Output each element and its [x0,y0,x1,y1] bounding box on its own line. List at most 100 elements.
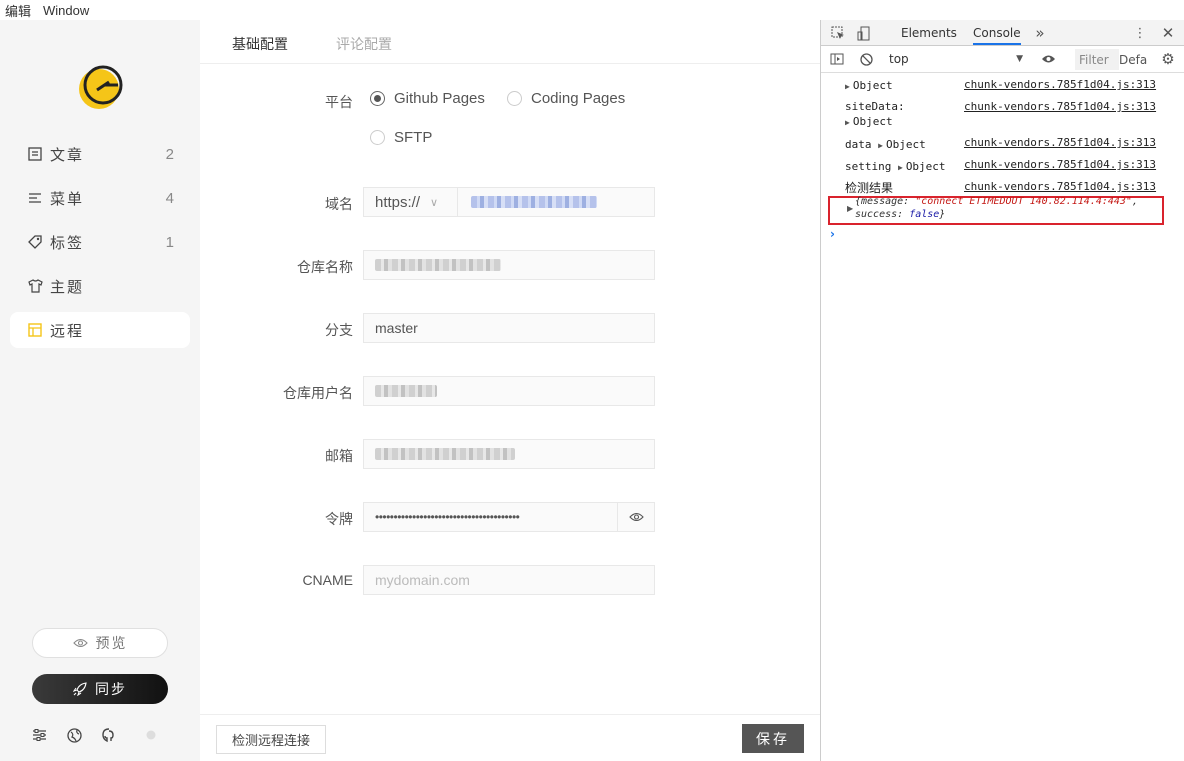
platform-radio-sftp[interactable]: SFTP [370,129,432,146]
github-icon[interactable] [100,726,118,744]
cname-input[interactable]: mydomain.com [363,565,655,595]
devtools-tab-console[interactable]: Console [973,26,1021,45]
check-remote-connection-button[interactable]: 检测远程连接 [216,725,326,754]
platform-label: 平台 [325,94,353,110]
log-text: Object [852,79,893,92]
log-source-link[interactable]: chunk-vendors.785f1d04.js:313 [964,180,1156,193]
expand-triangle-icon[interactable]: ▶ [847,204,853,213]
sync-label: 同步 [95,681,127,697]
gridea-logo [79,65,123,109]
sidebar-item-count: 1 [165,233,174,251]
live-expression-eye-icon[interactable] [1039,50,1057,68]
redacted-email [375,448,515,460]
log-line: 检测结果 [845,179,893,196]
log-source-link[interactable]: chunk-vendors.785f1d04.js:313 [964,78,1156,91]
redacted-repo [375,259,501,271]
email-input[interactable] [363,439,655,469]
context-select[interactable]: top ▼ [889,49,1025,69]
expand-triangle-icon: ▶ [845,118,850,127]
clear-console-icon[interactable] [857,50,875,68]
sidebar-toggle-icon[interactable] [828,50,846,68]
branch-label: 分支 [325,322,353,338]
log-source-link[interactable]: chunk-vendors.785f1d04.js:313 [964,158,1156,171]
log-line: siteData: [845,100,905,113]
console-prompt-icon[interactable]: › [830,227,835,241]
platform-radio-coding[interactable]: Coding Pages [507,90,625,107]
devtools-tab-elements[interactable]: Elements [901,26,957,40]
log-source-link[interactable]: chunk-vendors.785f1d04.js:313 [964,100,1156,113]
globe-icon[interactable] [65,726,83,744]
log-line[interactable]: ▶ Object [845,115,893,128]
expand-triangle-icon: ▶ [897,163,903,172]
context-value: top [889,52,909,66]
settings-footer: 检测远程连接 保存 [200,714,820,761]
log-text: Object [852,115,893,128]
radio-dot [370,91,385,106]
redacted-username [375,385,437,397]
sidebar-item-articles[interactable]: 文章 2 [10,136,190,172]
preview-button[interactable]: 预览 [32,628,168,658]
console-toolbar: top ▼ Filter Defa ⚙ [821,46,1184,73]
log-line[interactable]: data ▶ Object [845,138,926,151]
chevron-down-icon: ▼ [1016,54,1023,64]
sidebar-item-tags[interactable]: 标签 1 [10,224,190,260]
eye-icon [72,638,88,648]
tab-basic-config[interactable]: 基础配置 [232,34,288,54]
connection-result-object[interactable]: {message: "connect ETIMEDOUT 140.82.114.… [855,195,1155,221]
devtools-tabbar: Elements Console » ⋮ ✕ [821,20,1184,46]
email-label: 邮箱 [325,448,353,464]
log-line[interactable]: ▶ Object [845,79,893,92]
tag-icon [26,233,44,251]
error-open: {message: [855,196,916,207]
menu-edit[interactable]: 编辑 [0,1,37,20]
radio-dot [370,130,385,145]
sidebar-item-label: 标签 [50,234,85,252]
platform-radio-github[interactable]: Github Pages [370,90,485,107]
domain-input[interactable] [457,187,655,217]
tab-comment-config[interactable]: 评论配置 [336,34,392,54]
expand-triangle-icon: ▶ [878,141,883,150]
app-menubar: 编辑 Window [0,0,1184,20]
domain-protocol-select[interactable]: https:// ∨ [363,187,458,217]
token-value: ••••••••••••••••••••••••••••••••••••••• [375,510,520,524]
log-text: setting [845,160,892,173]
inspect-element-icon[interactable] [829,24,847,42]
domain-label: 域名 [325,196,353,212]
close-icon[interactable]: ✕ [1159,24,1177,42]
remote-icon [26,321,44,339]
error-message: "connect ETIMEDOUT 140.82.114.4:443" [915,196,1132,207]
sidebar-item-label: 主题 [50,278,85,296]
log-text: Object [885,138,926,151]
settings-sliders-icon[interactable] [30,726,48,744]
devtools-panel: Elements Console » ⋮ ✕ top ▼ Filter Defa… [820,20,1184,761]
cname-placeholder: mydomain.com [375,572,470,588]
kebab-menu-icon[interactable]: ⋮ [1131,24,1149,42]
article-icon [26,145,44,163]
error-close: } [939,209,946,220]
repo-name-input[interactable] [363,250,655,280]
device-toolbar-icon[interactable] [855,24,873,42]
repo-name-label: 仓库名称 [297,259,353,275]
sidebar-item-remote[interactable]: 远程 [10,312,190,348]
sidebar-item-menus[interactable]: 菜单 4 [10,180,190,216]
repo-username-input[interactable] [363,376,655,406]
log-line[interactable]: setting ▶ Object [845,160,946,173]
branch-input[interactable]: master [363,313,655,343]
radio-label: Github Pages [394,90,485,107]
remote-settings-panel: 基础配置 评论配置 平台 Github Pages Coding Pages S… [200,20,820,761]
more-tabs-icon[interactable]: » [1031,24,1049,42]
save-button[interactable]: 保存 [742,724,804,753]
error-success-value: false [909,209,940,220]
token-input[interactable]: ••••••••••••••••••••••••••••••••••••••• [363,502,618,532]
gear-icon[interactable]: ⚙ [1159,50,1177,68]
console-filter-input[interactable]: Filter [1075,49,1119,70]
toggle-token-visibility[interactable] [617,502,655,532]
eye-icon [628,512,644,522]
sidebar-item-count: 4 [165,189,174,207]
sidebar-item-themes[interactable]: 主题 [10,268,190,304]
log-source-link[interactable]: chunk-vendors.785f1d04.js:313 [964,136,1156,149]
menu-window[interactable]: Window [37,3,95,18]
log-levels-select[interactable]: Defa [1119,49,1147,67]
expand-triangle-icon: ▶ [845,82,850,91]
sync-button[interactable]: 同步 [32,674,168,704]
